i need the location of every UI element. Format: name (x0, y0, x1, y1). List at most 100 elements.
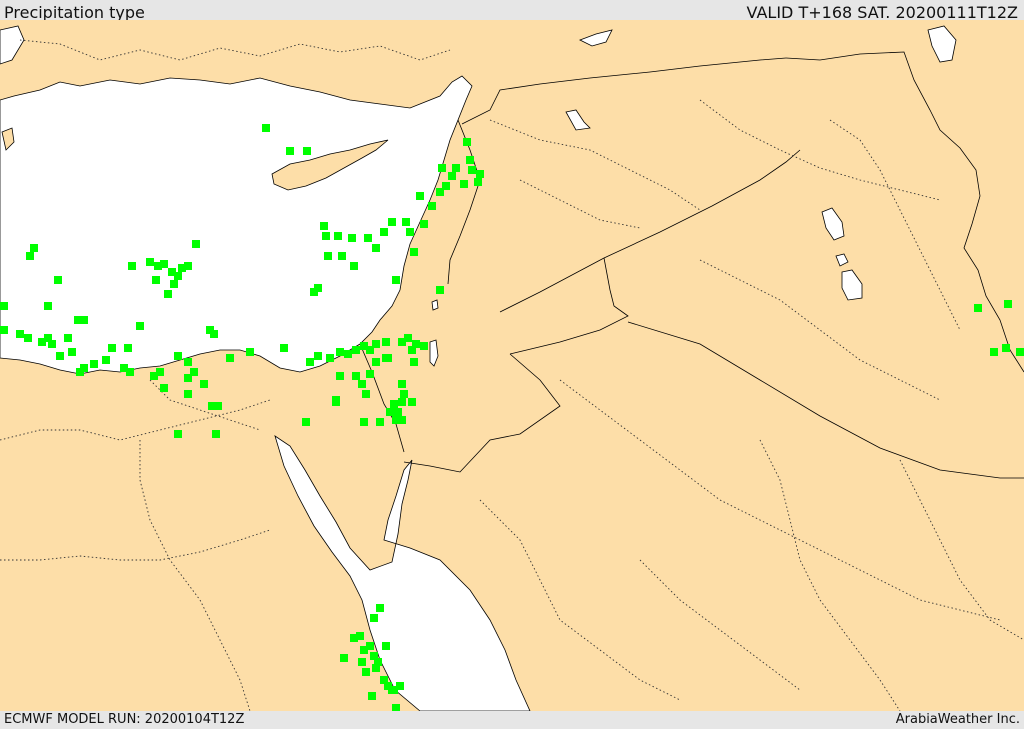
rain-marker (396, 682, 404, 690)
rain-marker (286, 147, 294, 155)
rain-marker (416, 192, 424, 200)
rain-marker (306, 358, 314, 366)
rain-marker (390, 400, 398, 408)
rain-marker (398, 398, 406, 406)
rain-marker (344, 350, 352, 358)
rain-marker (44, 302, 52, 310)
rain-marker (384, 354, 392, 362)
rain-marker (356, 632, 364, 640)
rain-marker (76, 368, 84, 376)
rain-marker (108, 344, 116, 352)
rain-marker (1016, 348, 1024, 356)
rain-marker (392, 704, 400, 711)
rain-marker (128, 262, 136, 270)
rain-marker (358, 658, 366, 666)
rain-marker (400, 390, 408, 398)
rain-marker (336, 348, 344, 356)
rain-marker (382, 642, 390, 650)
rain-marker (380, 228, 388, 236)
rain-marker (436, 286, 444, 294)
rain-marker (262, 124, 270, 132)
rain-marker (442, 182, 450, 190)
rain-marker (372, 244, 380, 252)
rain-marker (314, 352, 322, 360)
rain-marker (0, 326, 8, 334)
rain-marker (1002, 344, 1010, 352)
rain-marker (406, 228, 414, 236)
rain-marker (174, 352, 182, 360)
rain-marker (410, 248, 418, 256)
rain-marker (372, 340, 380, 348)
rain-marker (174, 430, 182, 438)
rain-marker (468, 166, 476, 174)
rain-marker (212, 430, 220, 438)
rain-marker (372, 664, 380, 672)
rain-marker (184, 358, 192, 366)
header-bar: Precipitation type VALID T+168 SAT. 2020… (0, 0, 1024, 22)
rain-marker (80, 316, 88, 324)
rain-marker (56, 352, 64, 360)
rain-marker (410, 358, 418, 366)
rain-marker (974, 304, 982, 312)
rain-marker (64, 334, 72, 342)
rain-marker (226, 354, 234, 362)
rain-marker (350, 262, 358, 270)
rain-marker (360, 418, 368, 426)
rain-marker (448, 172, 456, 180)
rain-marker (348, 234, 356, 242)
rain-marker (366, 642, 374, 650)
rain-marker (404, 334, 412, 342)
rain-marker (340, 654, 348, 662)
rain-marker (246, 348, 254, 356)
rain-marker (152, 276, 160, 284)
rain-marker (102, 356, 110, 364)
rain-marker (164, 290, 172, 298)
rain-marker (48, 340, 56, 348)
footer-bar: ECMWF MODEL RUN: 20200104T12Z ArabiaWeat… (0, 711, 1024, 729)
rain-marker (170, 280, 178, 288)
rain-marker (990, 348, 998, 356)
rain-marker (408, 398, 416, 406)
rain-marker (358, 380, 366, 388)
rain-marker (394, 408, 402, 416)
rain-marker (366, 370, 374, 378)
rain-marker (303, 147, 311, 155)
rain-marker (280, 344, 288, 352)
rain-marker (368, 692, 376, 700)
rain-marker (376, 604, 384, 612)
rain-marker (90, 360, 98, 368)
rain-marker (460, 180, 468, 188)
rain-marker (452, 164, 460, 172)
rain-marker (334, 232, 342, 240)
rain-marker (420, 220, 428, 228)
rain-marker (322, 232, 330, 240)
rain-marker (364, 234, 372, 242)
rain-marker (210, 330, 218, 338)
rain-marker (388, 686, 396, 694)
rain-marker (156, 368, 164, 376)
model-run-label: ECMWF MODEL RUN: 20200104T12Z (4, 712, 245, 727)
rain-marker (392, 276, 400, 284)
rain-marker (324, 252, 332, 260)
rain-marker (192, 240, 200, 248)
precipitation-map (0, 20, 1024, 711)
rain-marker (146, 258, 154, 266)
rain-marker (16, 330, 24, 338)
rain-marker (362, 390, 370, 398)
rain-marker (326, 354, 334, 362)
rain-marker (30, 244, 38, 252)
rain-marker (214, 402, 222, 410)
rain-marker (184, 262, 192, 270)
rain-marker (362, 668, 370, 676)
rain-marker (352, 346, 360, 354)
rain-marker (0, 302, 8, 310)
rain-marker (302, 418, 310, 426)
rain-marker (466, 156, 474, 164)
rain-marker (136, 322, 144, 330)
credit-label: ArabiaWeather Inc. (895, 712, 1020, 727)
rain-marker (314, 284, 322, 292)
rain-marker (476, 170, 484, 178)
rain-marker (352, 372, 360, 380)
rain-marker (26, 252, 34, 260)
rain-marker (320, 222, 328, 230)
